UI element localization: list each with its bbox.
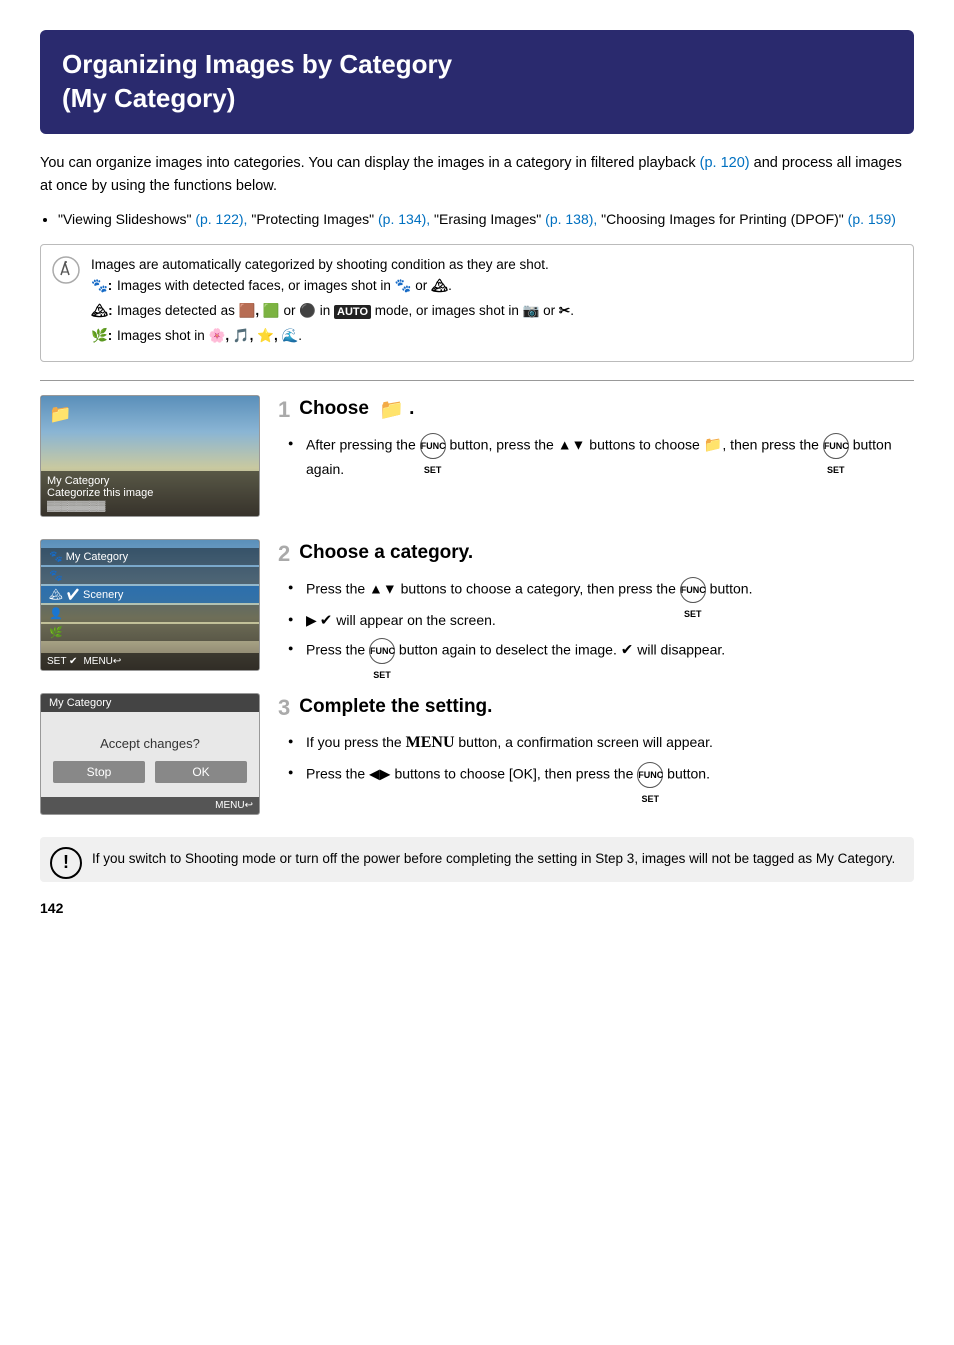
screen1-overlay: My Category Categorize this image ▓▓▓▓▓▓…: [41, 471, 259, 516]
step-1-icon: 📁: [379, 397, 404, 422]
screen2-bottom: SET ✔ MENU↩: [41, 653, 259, 670]
warning-icon: !: [50, 847, 82, 879]
checkmark-disappear-icon: ✔: [621, 642, 634, 659]
feature-list-item: "Viewing Slideshows" (p. 122), "Protecti…: [58, 208, 914, 230]
arrow-right-icon: [306, 612, 320, 628]
screen2-row-1: 🐾 My Category: [41, 548, 259, 565]
note-sym-landscape: 🏔:: [91, 301, 113, 322]
link-p122[interactable]: (p. 122),: [195, 211, 247, 227]
func-set-btn-2a: FUNCSET: [680, 577, 706, 603]
step-2-image: 🐾 My Category 🐾 🏔 ✔ Scenery 👤 🌿 SET ✔ ME…: [40, 539, 260, 671]
warning-box: ! If you switch to Shooting mode or turn…: [40, 837, 914, 882]
note-row-faces: 🐾: Images with detected faces, or images…: [91, 276, 899, 297]
screen1-icon: 📁: [49, 404, 71, 425]
step-3-content: 3 Complete the setting. If you press the…: [278, 693, 914, 794]
func-set-btn-1b: FUNCSET: [823, 433, 849, 459]
note-text-landscape: Images detected as 🟫, 🟩 or ⚫ in AUTO mod…: [117, 301, 574, 322]
step-1-row: 📁 My Category Categorize this image ▓▓▓▓…: [40, 395, 914, 517]
note-row-landscape: 🏔: Images detected as 🟫, 🟩 or ⚫ in AUTO …: [91, 301, 899, 322]
step-3-bullet-2: Press the ◀▶ buttons to choose [OK], the…: [288, 762, 914, 788]
step-1-content: 1 Choose 📁. After pressing the FUNCSET b…: [278, 395, 914, 487]
screen2-row-2: 🐾: [41, 567, 259, 584]
screen1-row1: My Category: [47, 475, 253, 487]
step-2-content: 2 Choose a category. Press the ▲▼ button…: [278, 539, 914, 670]
screen3-bottom: MENU↩: [41, 797, 259, 814]
step-2-row: 🐾 My Category 🐾 🏔 ✔ Scenery 👤 🌿 SET ✔ ME…: [40, 539, 914, 671]
link-p134[interactable]: (p. 134),: [378, 211, 430, 227]
note-text-faces: Images with detected faces, or images sh…: [117, 276, 452, 297]
step-1-title: 1 Choose 📁.: [278, 395, 914, 423]
step-3-bullet-1: If you press the MENU button, a confirma…: [288, 731, 914, 756]
steps-section: 📁 My Category Categorize this image ▓▓▓▓…: [40, 395, 914, 815]
func-set-btn-2b: FUNCSET: [369, 638, 395, 664]
menu-bold-label: MENU: [406, 734, 455, 751]
step-2-bullet-1: Press the ▲▼ buttons to choose a categor…: [288, 577, 914, 603]
screen2-set: SET ✔: [47, 656, 77, 667]
checkmark-icon: ✔: [320, 612, 333, 629]
step-1-bullets: After pressing the FUNCSET button, press…: [288, 433, 914, 481]
step-1-image: 📁 My Category Categorize this image ▓▓▓▓…: [40, 395, 260, 517]
step-3-image: My Category Accept changes? Stop OK MENU…: [40, 693, 260, 815]
intro-paragraph: You can organize images into categories.…: [40, 152, 914, 198]
note-sym-scenery: 🌿:: [91, 326, 113, 347]
screen3-text: Accept changes?: [100, 736, 200, 751]
step-1-bullet-1: After pressing the FUNCSET button, press…: [288, 433, 914, 481]
note-main-text: Images are automatically categorized by …: [91, 255, 899, 276]
page-number: 142: [40, 900, 914, 916]
feature-list: "Viewing Slideshows" (p. 122), "Protecti…: [58, 208, 914, 230]
page-title: Organizing Images by Category(My Categor…: [40, 30, 914, 134]
step-3-bullets: If you press the MENU button, a confirma…: [288, 731, 914, 788]
screen2-row-3: 🏔 ✔ Scenery: [41, 586, 259, 603]
step-2-title: 2 Choose a category.: [278, 539, 914, 567]
func-set-btn-1a: FUNCSET: [420, 433, 446, 459]
step-2-bullet-2: ✔ will appear on the screen.: [288, 609, 914, 632]
link-p138[interactable]: (p. 138),: [545, 211, 597, 227]
pencil-icon: [51, 255, 81, 285]
step-2-bullets: Press the ▲▼ buttons to choose a categor…: [288, 577, 914, 664]
screen2-overlay: 🐾 My Category 🐾 🏔 ✔ Scenery 👤 🌿: [41, 548, 259, 641]
screen2-menu: MENU↩: [83, 656, 121, 667]
step-2-number: 2: [278, 541, 290, 567]
section-divider: [40, 380, 914, 381]
step-2-bullet-3: Press the FUNCSET button again to desele…: [288, 638, 914, 664]
func-set-btn-3: FUNCSET: [637, 762, 663, 788]
step-3-title: 3 Complete the setting.: [278, 693, 914, 721]
note-row-scenery: 🌿: Images shot in 🌸, 🎵, ⭐, 🌊.: [91, 326, 899, 347]
screen2-row-4: 👤: [41, 605, 259, 622]
screen3-title: My Category: [41, 694, 259, 712]
screen3-stop-btn: Stop: [53, 761, 145, 783]
screen3-ok-btn: OK: [155, 761, 247, 783]
step-1-number: 1: [278, 397, 290, 423]
note-box: Images are automatically categorized by …: [40, 244, 914, 362]
link-p159[interactable]: (p. 159): [848, 211, 896, 227]
note-sym-faces: 🐾:: [91, 276, 113, 297]
link-p120[interactable]: (p. 120): [700, 155, 750, 171]
screen1-row3: ▓▓▓▓▓▓▓▓: [47, 501, 253, 512]
warning-text: If you switch to Shooting mode or turn o…: [92, 851, 895, 866]
screen1-row2: Categorize this image: [47, 487, 253, 499]
step-3-number: 3: [278, 695, 290, 721]
step-3-row: My Category Accept changes? Stop OK MENU…: [40, 693, 914, 815]
screen2-row-5: 🌿: [41, 624, 259, 641]
screen3-buttons: Stop OK: [41, 761, 259, 783]
note-text-scenery: Images shot in 🌸, 🎵, ⭐, 🌊.: [117, 326, 302, 347]
